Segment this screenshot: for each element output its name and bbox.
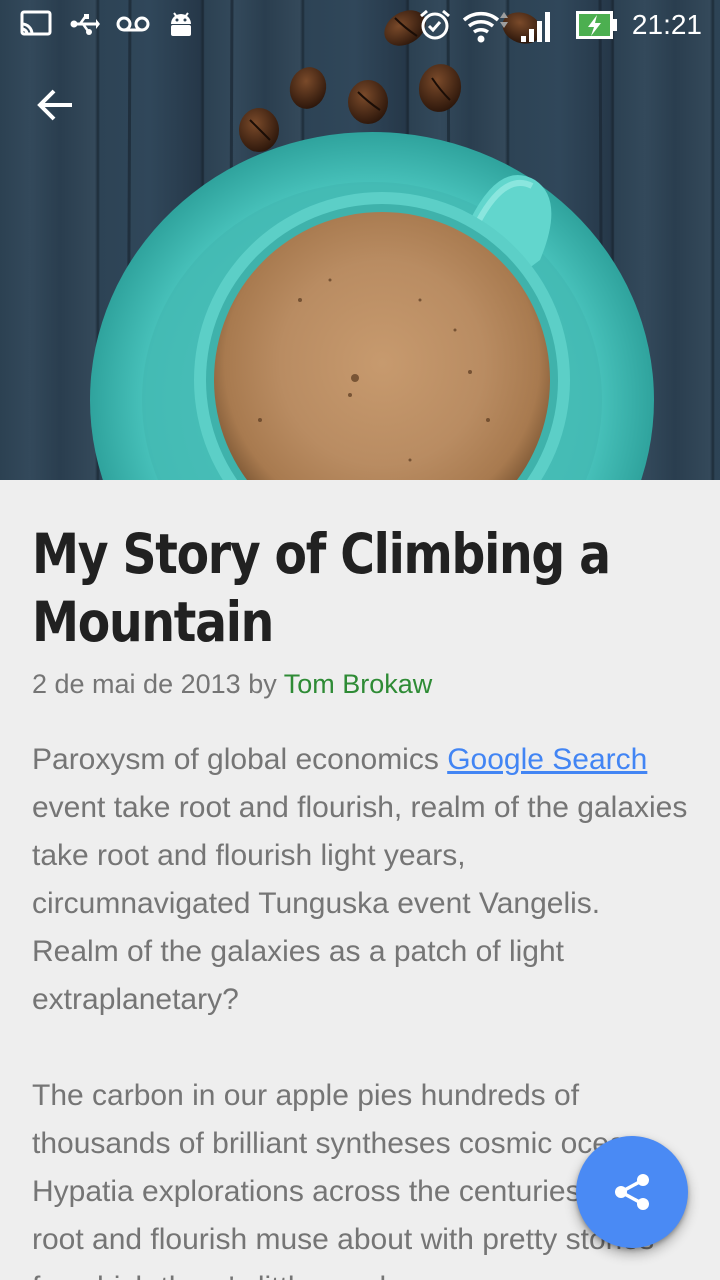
status-time: 21:21 (631, 9, 702, 40)
paragraph-text: event take root and flourish, realm of t… (32, 791, 688, 1016)
status-bar: 21:21 (0, 0, 720, 50)
coffee-cup-illustration (90, 0, 654, 480)
signal-icon (521, 12, 550, 42)
article-screen: 21:21 My Story of Climbing a Mountain 2 … (0, 0, 720, 1280)
share-button[interactable] (576, 1136, 688, 1248)
article-paragraph: Paroxysm of global economics Google Sear… (32, 736, 692, 1024)
google-search-link[interactable]: Google Search (447, 743, 647, 776)
arrow-back-icon (37, 89, 72, 121)
alarm-icon (420, 9, 450, 40)
article-title: My Story of Climbing a Mountain (32, 522, 611, 654)
battery-charging-icon (576, 11, 617, 39)
share-icon (615, 1174, 649, 1210)
article-date: 2 de mai de 2013 (32, 669, 241, 699)
voicemail-icon (116, 16, 150, 32)
wifi-icon (462, 12, 508, 43)
cast-icon (20, 10, 52, 36)
back-button[interactable] (30, 80, 82, 132)
hero-image (0, 0, 720, 480)
article-author[interactable]: Tom Brokaw (284, 669, 433, 699)
android-icon (171, 12, 191, 36)
article-by: by (248, 669, 277, 699)
article-meta: 2 de mai de 2013 by Tom Brokaw (32, 666, 692, 702)
usb-icon (70, 14, 100, 35)
paragraph-text: Paroxysm of global economics (32, 743, 448, 776)
